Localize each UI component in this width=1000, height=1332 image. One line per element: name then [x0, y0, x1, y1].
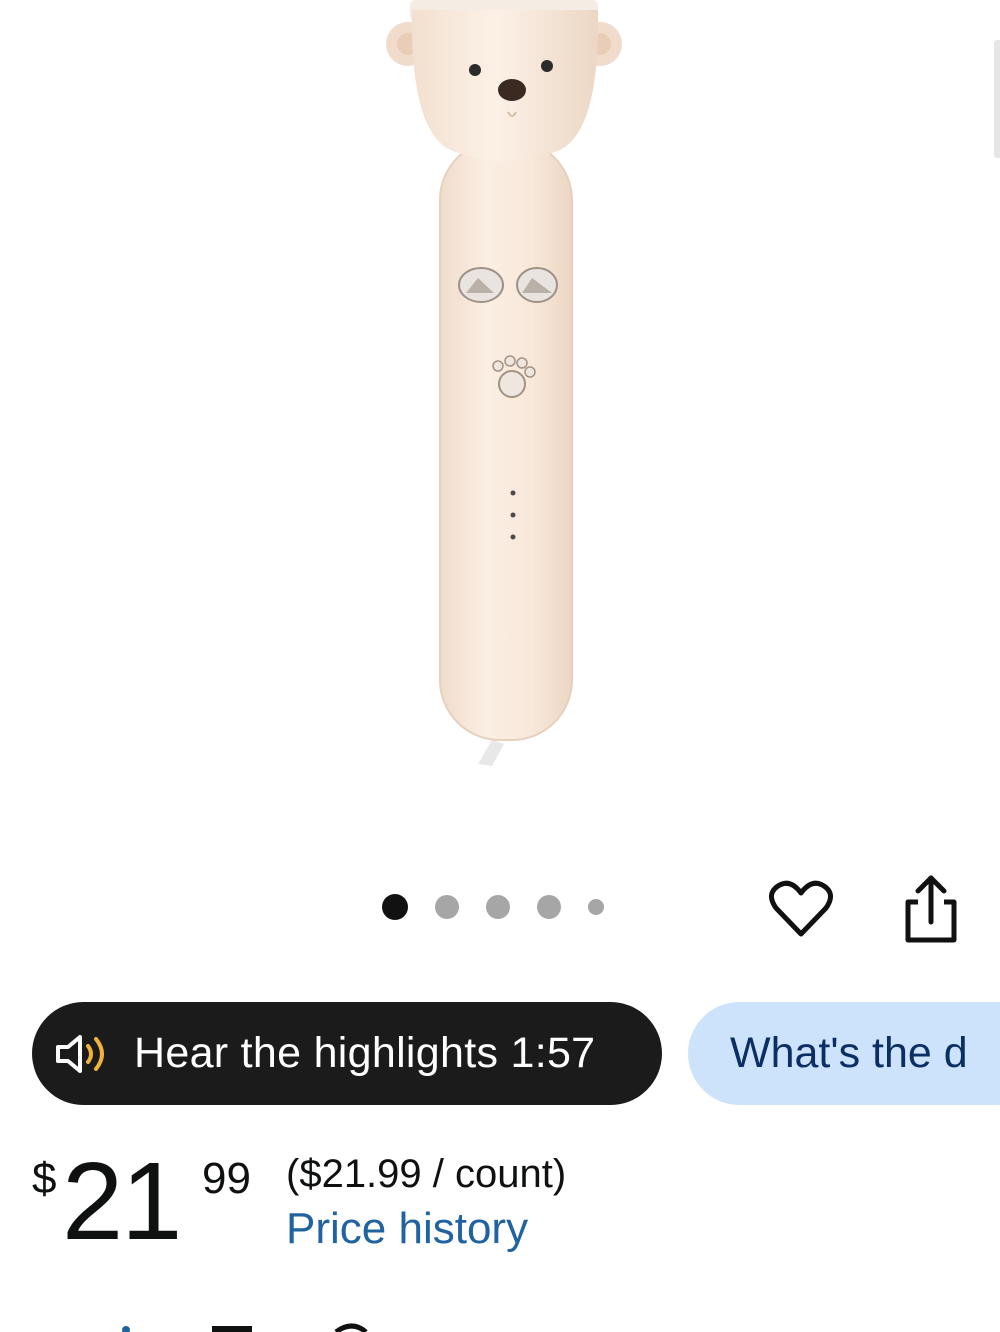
whats-the-label: What's the d	[730, 1029, 968, 1077]
next-section-cutoff	[0, 1318, 1000, 1332]
price-fraction: 99	[202, 1154, 251, 1203]
pagination-dot-active[interactable]	[382, 894, 408, 920]
price-history-link[interactable]: Price history	[286, 1204, 528, 1254]
image-pagination[interactable]	[382, 894, 604, 920]
pagination-dot[interactable]	[435, 895, 459, 919]
heart-icon[interactable]	[768, 876, 834, 942]
unit-price: ($21.99 / count)	[286, 1152, 567, 1196]
hear-highlights-label: Hear the highlights 1:57	[134, 1029, 596, 1077]
pagination-dot[interactable]	[588, 899, 604, 915]
carousel-edge	[994, 40, 1000, 158]
product-image[interactable]	[0, 0, 1000, 860]
price-symbol: $	[32, 1154, 57, 1203]
hear-highlights-button[interactable]: Hear the highlights 1:57	[32, 1002, 662, 1105]
pagination-dot[interactable]	[486, 895, 510, 919]
pagination-dot[interactable]	[537, 895, 561, 919]
share-icon[interactable]	[898, 872, 962, 944]
speaker-icon	[56, 1034, 104, 1073]
price-whole: 21	[62, 1140, 182, 1263]
whats-the-chip[interactable]: What's the d	[688, 1002, 1000, 1105]
